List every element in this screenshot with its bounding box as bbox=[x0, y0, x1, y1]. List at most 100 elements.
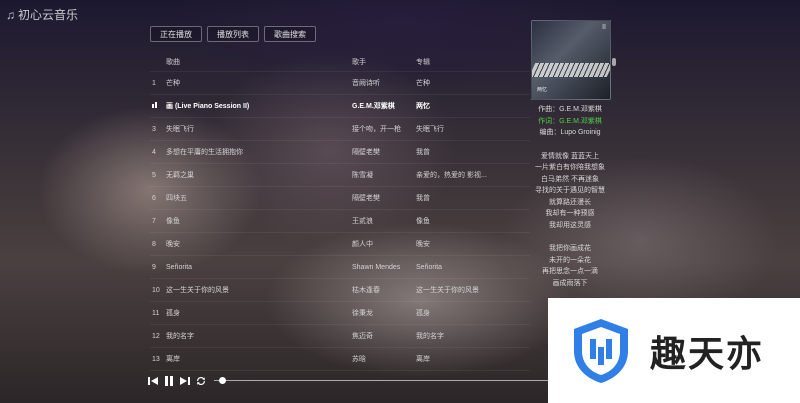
lyric-line: 一片紫白有你陪我想象 bbox=[535, 164, 605, 171]
lyric-line: 再把思念一点一滴 bbox=[542, 268, 598, 275]
lyric-line: 作曲：G.E.M.邓紫棋 bbox=[538, 106, 602, 113]
row-artist: 陈雪凝 bbox=[352, 172, 373, 179]
prev-icon[interactable] bbox=[148, 375, 158, 387]
loop-icon[interactable] bbox=[196, 375, 206, 387]
row-album: 晚安 bbox=[416, 241, 430, 248]
watermark-text: 趣天亦 bbox=[650, 333, 765, 375]
lyric-line: 就算路还漫长 bbox=[549, 198, 591, 206]
row-album: 我曾 bbox=[416, 195, 430, 202]
album-cover: II 两忆 bbox=[531, 20, 611, 100]
row-number: 13 bbox=[152, 355, 160, 363]
row-title: 离岸 bbox=[166, 356, 180, 363]
piano-keys-image bbox=[532, 63, 610, 77]
row-album: Señorita bbox=[416, 263, 443, 271]
now-playing-icon bbox=[152, 102, 158, 108]
lyric-line: 编曲：Lupo Groinig bbox=[539, 129, 601, 136]
lyric-line: 画成雨落下 bbox=[552, 279, 588, 287]
table-row[interactable]: 4 多想在平庸的生活拥抱你 隔壁老樊 我曾 bbox=[150, 141, 530, 164]
table-row[interactable]: 9 Señorita Shawn Mendes Señorita bbox=[150, 256, 530, 279]
cover-scroll-handle[interactable] bbox=[612, 58, 616, 66]
app-title-text: 初心云音乐 bbox=[18, 8, 79, 22]
table-row[interactable]: 12 我的名字 焦迈奇 我的名字 bbox=[150, 325, 530, 348]
row-number: 10 bbox=[152, 286, 160, 294]
lyric-line: 未开的一朵花 bbox=[549, 256, 591, 264]
lyric-line: 我把你画成花 bbox=[549, 245, 591, 252]
table-row[interactable]: 13 离岸 苏晗 离岸 bbox=[150, 348, 530, 371]
row-artist: 焦迈奇 bbox=[352, 333, 373, 340]
table-row[interactable]: 11 孤身 徐秉龙 孤身 bbox=[150, 302, 530, 325]
player-controls bbox=[148, 375, 206, 387]
row-album: 像鱼 bbox=[416, 218, 430, 225]
lyric-line: 作词：G.E.M.邓紫棋 bbox=[538, 117, 602, 125]
row-album: 亲爱的，热爱的 影视... bbox=[416, 172, 487, 179]
row-title: 画 (Live Piano Session II) bbox=[166, 103, 250, 110]
row-artist: G.E.M.邓紫棋 bbox=[352, 103, 395, 110]
table-row[interactable]: 画 (Live Piano Session II) G.E.M.邓紫棋 两忆 bbox=[150, 95, 530, 118]
row-artist: 隔壁老樊 bbox=[352, 149, 380, 156]
row-number: 1 bbox=[152, 79, 156, 87]
row-artist: 徐秉龙 bbox=[352, 310, 373, 317]
row-album: 我的名字 bbox=[416, 333, 444, 340]
row-number: 4 bbox=[152, 148, 156, 156]
table-row[interactable]: 10 这一生关于你的风景 枯木逢春 这一生关于你的风景 bbox=[150, 279, 530, 302]
pause-icon[interactable] bbox=[164, 375, 174, 387]
cover-text: 两忆 bbox=[537, 87, 548, 93]
row-album: 这一生关于你的风景 bbox=[416, 287, 479, 294]
progress-track[interactable] bbox=[214, 380, 550, 381]
list-header: 歌曲 歌手 专辑 bbox=[150, 52, 530, 72]
row-artist: 隔壁老樊 bbox=[352, 195, 380, 202]
tab-now-playing[interactable]: 正在播放 bbox=[150, 26, 202, 42]
lyrics-panel: 作曲：G.E.M.邓紫棋 作词：G.E.M.邓紫棋 编曲：Lupo Groinig … bbox=[515, 104, 625, 289]
song-list: 歌曲 歌手 专辑 1 芒种 音阙诗听 芒种画 (Live Piano Session … bbox=[150, 52, 530, 371]
table-row[interactable]: 6 四块五 隔壁老樊 我曾 bbox=[150, 187, 530, 210]
table-row[interactable]: 1 芒种 音阙诗听 芒种 bbox=[150, 72, 530, 95]
row-title: Señorita bbox=[166, 263, 193, 271]
header-album: 专辑 bbox=[416, 58, 430, 66]
row-number bbox=[150, 102, 166, 110]
row-number: 12 bbox=[152, 332, 160, 340]
row-album: 孤身 bbox=[416, 310, 430, 317]
row-artist: 枯木逢春 bbox=[352, 287, 380, 294]
row-artist: 音阙诗听 bbox=[352, 80, 380, 87]
music-note-icon: ♫ bbox=[6, 7, 15, 22]
watermark: 趣天亦 bbox=[548, 298, 800, 403]
row-title: 芒种 bbox=[166, 80, 180, 87]
row-title: 多想在平庸的生活拥抱你 bbox=[166, 149, 243, 156]
next-icon[interactable] bbox=[180, 375, 190, 387]
row-number: 7 bbox=[152, 217, 156, 225]
lyric-line: 我却有一种预感 bbox=[545, 210, 595, 217]
table-row[interactable]: 7 像鱼 王贰浪 像鱼 bbox=[150, 210, 530, 233]
tab-search[interactable]: 歌曲搜索 bbox=[264, 26, 316, 42]
progress-knob[interactable] bbox=[219, 377, 226, 384]
row-artist: Shawn Mendes bbox=[352, 263, 401, 271]
tab-playlist[interactable]: 播放列表 bbox=[207, 26, 259, 42]
row-title: 无羁之巢 bbox=[166, 172, 194, 179]
table-row[interactable]: 8 晚安 颜人中 晚安 bbox=[150, 233, 530, 256]
header-artist: 歌手 bbox=[352, 58, 366, 66]
row-title: 晚安 bbox=[166, 241, 180, 248]
row-album: 两忆 bbox=[416, 103, 430, 110]
row-number: 6 bbox=[152, 194, 156, 202]
shield-logo-icon bbox=[574, 318, 628, 383]
row-title: 孤身 bbox=[166, 310, 180, 317]
row-number: 9 bbox=[152, 263, 156, 271]
tab-bar: 正在播放 播放列表 歌曲搜索 bbox=[150, 26, 316, 42]
row-number: 8 bbox=[152, 240, 156, 248]
lyric-line: 寻找的关于遇见的智慧 bbox=[535, 187, 605, 194]
header-title: 歌曲 bbox=[166, 58, 180, 66]
table-row[interactable]: 3 失眠飞行 接个吻，开一枪 失眠飞行 bbox=[150, 118, 530, 141]
row-title: 失眠飞行 bbox=[166, 126, 194, 133]
row-title: 我的名字 bbox=[166, 333, 194, 340]
table-row[interactable]: 5 无羁之巢 陈雪凝 亲爱的，热爱的 影视... bbox=[150, 164, 530, 187]
cover-mark: II bbox=[602, 24, 606, 31]
row-number: 11 bbox=[152, 309, 160, 317]
row-album: 我曾 bbox=[416, 149, 430, 156]
lyric-line: 爱情就像 蓝蓝天上 bbox=[541, 152, 599, 160]
row-title: 四块五 bbox=[166, 195, 187, 202]
app-title: ♫ 初心云音乐 bbox=[6, 6, 78, 23]
row-number: 3 bbox=[152, 125, 156, 133]
lyric-line: 白马弟然 不再迷象 bbox=[541, 175, 599, 183]
row-album: 芒种 bbox=[416, 80, 430, 87]
lyric-line: 我却用这灵感 bbox=[549, 221, 591, 229]
row-artist: 苏晗 bbox=[352, 356, 366, 363]
